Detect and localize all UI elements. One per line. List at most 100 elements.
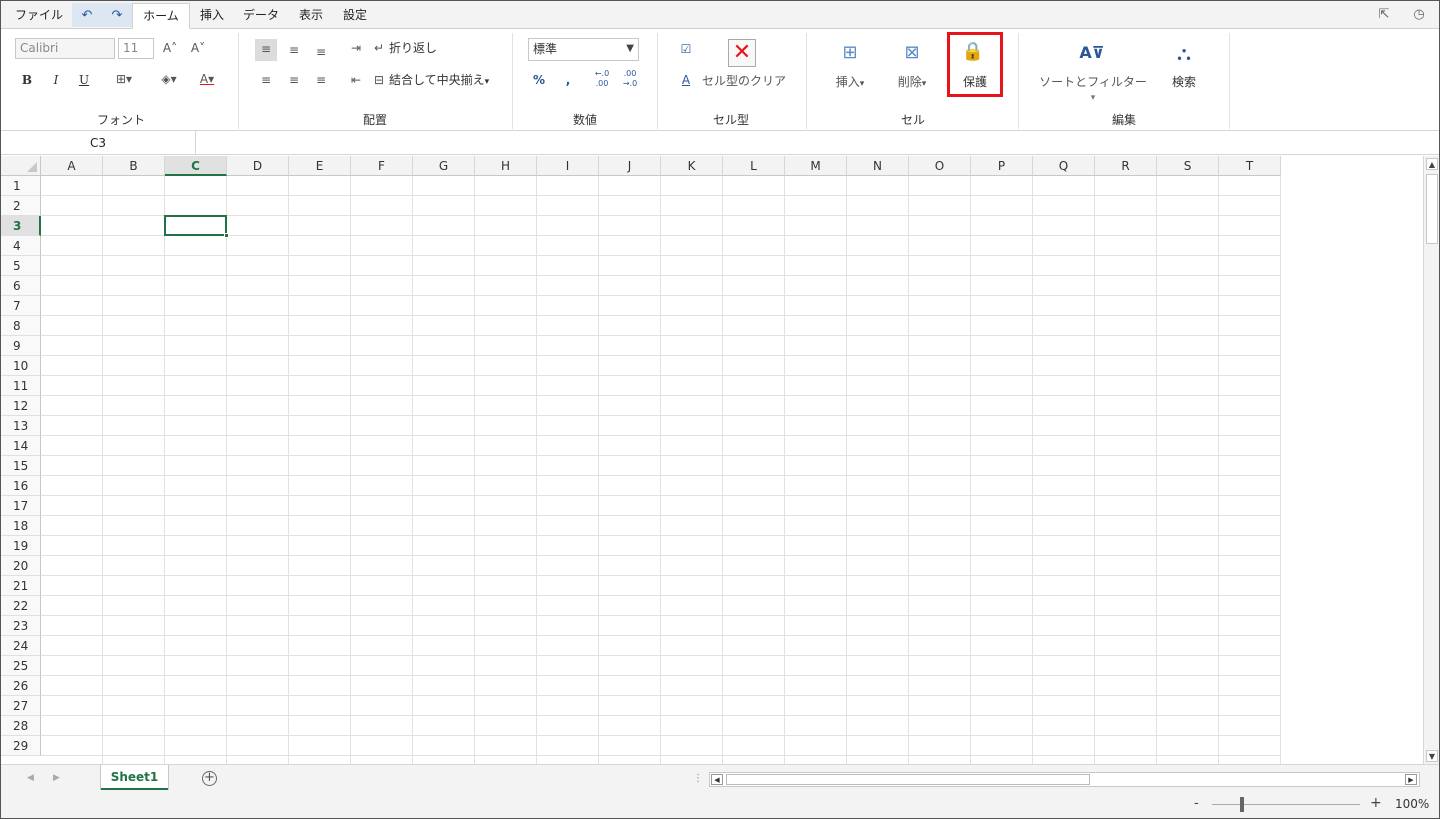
row-header-18[interactable]: 18 bbox=[1, 516, 41, 536]
column-header-o[interactable]: O bbox=[909, 156, 971, 176]
column-header-b[interactable]: B bbox=[103, 156, 165, 176]
row-header-28[interactable]: 28 bbox=[1, 716, 41, 736]
zoom-out-button[interactable]: - bbox=[1194, 796, 1199, 811]
row-header-9[interactable]: 9 bbox=[1, 336, 41, 356]
column-header-s[interactable]: S bbox=[1157, 156, 1219, 176]
row-header-24[interactable]: 24 bbox=[1, 636, 41, 656]
row-header-6[interactable]: 6 bbox=[1, 276, 41, 296]
font-color-icon[interactable]: A▾ bbox=[191, 72, 223, 86]
scroll-left-arrow[interactable]: ◀ bbox=[711, 774, 723, 785]
row-header-3[interactable]: 3 bbox=[1, 216, 41, 236]
row-header-22[interactable]: 22 bbox=[1, 596, 41, 616]
collapse-ribbon-icon[interactable]: ⇱ bbox=[1376, 7, 1392, 23]
row-header-25[interactable]: 25 bbox=[1, 656, 41, 676]
tab-data[interactable]: データ bbox=[237, 3, 285, 29]
column-header-j[interactable]: J bbox=[599, 156, 661, 176]
vertical-scrollbar[interactable]: ▲ ▼ bbox=[1423, 156, 1439, 764]
row-header-11[interactable]: 11 bbox=[1, 376, 41, 396]
sort-filter-button[interactable]: ソートとフィルター bbox=[1033, 73, 1153, 90]
scroll-up-arrow[interactable]: ▲ bbox=[1426, 158, 1438, 170]
lock-icon[interactable]: 🔒 bbox=[958, 39, 988, 65]
undo-icon[interactable]: ↶ bbox=[80, 9, 94, 23]
row-header-27[interactable]: 27 bbox=[1, 696, 41, 716]
find-button[interactable]: 検索 bbox=[1164, 73, 1204, 90]
row-header-29[interactable]: 29 bbox=[1, 736, 41, 756]
row-header-17[interactable]: 17 bbox=[1, 496, 41, 516]
tab-insert[interactable]: 挿入 bbox=[193, 3, 231, 29]
prev-sheet-arrow[interactable]: ◀ bbox=[27, 773, 34, 783]
align-bottom-icon[interactable]: ≡ bbox=[312, 45, 330, 59]
sheet-grid[interactable]: A B C D E F G H I J K L M N O P Q R S T 1 2 3 4 5 6 7 8 9 10 11 12 13 14 1… bbox=[1, 156, 1423, 764]
align-middle-icon[interactable]: ≡ bbox=[285, 43, 303, 57]
column-header-g[interactable]: G bbox=[413, 156, 475, 176]
column-header-l[interactable]: L bbox=[723, 156, 785, 176]
column-header-d[interactable]: D bbox=[227, 156, 289, 176]
font-name-box[interactable]: Calibri bbox=[15, 38, 115, 59]
align-top-icon[interactable]: ≡ bbox=[255, 39, 277, 61]
column-header-f[interactable]: F bbox=[351, 156, 413, 176]
row-header-5[interactable]: 5 bbox=[1, 256, 41, 276]
binoculars-icon[interactable]: ⛬ bbox=[1169, 39, 1199, 67]
column-header-a[interactable]: A bbox=[41, 156, 103, 176]
history-icon[interactable]: ◷ bbox=[1411, 7, 1427, 23]
wrap-text-label[interactable]: 折り返し bbox=[389, 40, 449, 56]
font-size-box[interactable]: 11 bbox=[118, 38, 154, 59]
delete-cells-button[interactable]: 削除▾ bbox=[889, 73, 935, 90]
tab-home[interactable]: ホーム bbox=[132, 3, 190, 29]
italic-button[interactable]: I bbox=[48, 72, 64, 88]
indent-icon[interactable]: ⇥ bbox=[347, 41, 365, 55]
percent-button[interactable]: % bbox=[531, 72, 547, 88]
underline-button[interactable]: U bbox=[76, 72, 92, 88]
sheet-tab-sheet1[interactable]: Sheet1 bbox=[100, 765, 169, 790]
insert-cells-icon[interactable]: ⊞ bbox=[835, 41, 865, 65]
row-header-10[interactable]: 10 bbox=[1, 356, 41, 376]
row-header-21[interactable]: 21 bbox=[1, 576, 41, 596]
outdent-icon[interactable]: ⇤ bbox=[347, 73, 365, 87]
merge-center-icon[interactable]: ⊟ bbox=[371, 73, 387, 87]
fill-color-icon[interactable]: ◈▾ bbox=[153, 72, 185, 86]
insert-cells-button[interactable]: 挿入▾ bbox=[827, 73, 873, 90]
delete-cells-icon[interactable]: ⊠ bbox=[897, 41, 927, 65]
row-header-1[interactable]: 1 bbox=[1, 176, 41, 196]
formula-input[interactable] bbox=[201, 131, 1431, 155]
tab-view[interactable]: 表示 bbox=[291, 3, 331, 29]
row-header-2[interactable]: 2 bbox=[1, 196, 41, 216]
row-header-13[interactable]: 13 bbox=[1, 416, 41, 436]
column-header-q[interactable]: Q bbox=[1033, 156, 1095, 176]
protect-button[interactable]: 保護 bbox=[953, 73, 997, 90]
fill-handle[interactable] bbox=[224, 233, 229, 238]
scroll-right-arrow[interactable]: ▶ bbox=[1405, 774, 1417, 785]
vertical-scroll-thumb[interactable] bbox=[1426, 174, 1438, 244]
next-sheet-arrow[interactable]: ▶ bbox=[53, 773, 60, 783]
chevron-down-icon[interactable]: ▾ bbox=[1087, 91, 1099, 105]
cell-style-icon[interactable]: A bbox=[678, 73, 694, 87]
merge-center-label[interactable]: 結合して中央揃え▾ bbox=[389, 72, 499, 90]
horizontal-scrollbar[interactable]: ◀ ▶ bbox=[709, 772, 1420, 787]
increase-decimal-button[interactable]: ←.0 .00 bbox=[591, 69, 613, 89]
row-header-4[interactable]: 4 bbox=[1, 236, 41, 256]
row-header-15[interactable]: 15 bbox=[1, 456, 41, 476]
row-header-19[interactable]: 19 bbox=[1, 536, 41, 556]
zoom-in-button[interactable]: + bbox=[1370, 795, 1382, 811]
name-box[interactable]: C3 bbox=[1, 131, 196, 155]
align-right-icon[interactable]: ≡ bbox=[312, 73, 330, 87]
tab-settings[interactable]: 設定 bbox=[335, 3, 375, 29]
scroll-down-arrow[interactable]: ▼ bbox=[1426, 750, 1438, 762]
font-grow-icon[interactable]: A˄ bbox=[161, 41, 179, 55]
row-header-20[interactable]: 20 bbox=[1, 556, 41, 576]
column-header-t[interactable]: T bbox=[1219, 156, 1281, 176]
redo-icon[interactable]: ↷ bbox=[110, 9, 124, 23]
font-shrink-icon[interactable]: A˅ bbox=[189, 41, 207, 55]
horizontal-scroll-thumb[interactable] bbox=[726, 774, 1090, 785]
select-all-corner[interactable] bbox=[1, 156, 41, 176]
comma-button[interactable]: , bbox=[561, 72, 575, 88]
row-header-7[interactable]: 7 bbox=[1, 296, 41, 316]
row-header-8[interactable]: 8 bbox=[1, 316, 41, 336]
clear-cell-style-button[interactable]: セル型のクリア bbox=[702, 73, 792, 89]
column-header-n[interactable]: N bbox=[847, 156, 909, 176]
add-sheet-icon[interactable]: + bbox=[202, 771, 217, 786]
column-header-m[interactable]: M bbox=[785, 156, 847, 176]
row-header-26[interactable]: 26 bbox=[1, 676, 41, 696]
column-header-p[interactable]: P bbox=[971, 156, 1033, 176]
row-header-16[interactable]: 16 bbox=[1, 476, 41, 496]
